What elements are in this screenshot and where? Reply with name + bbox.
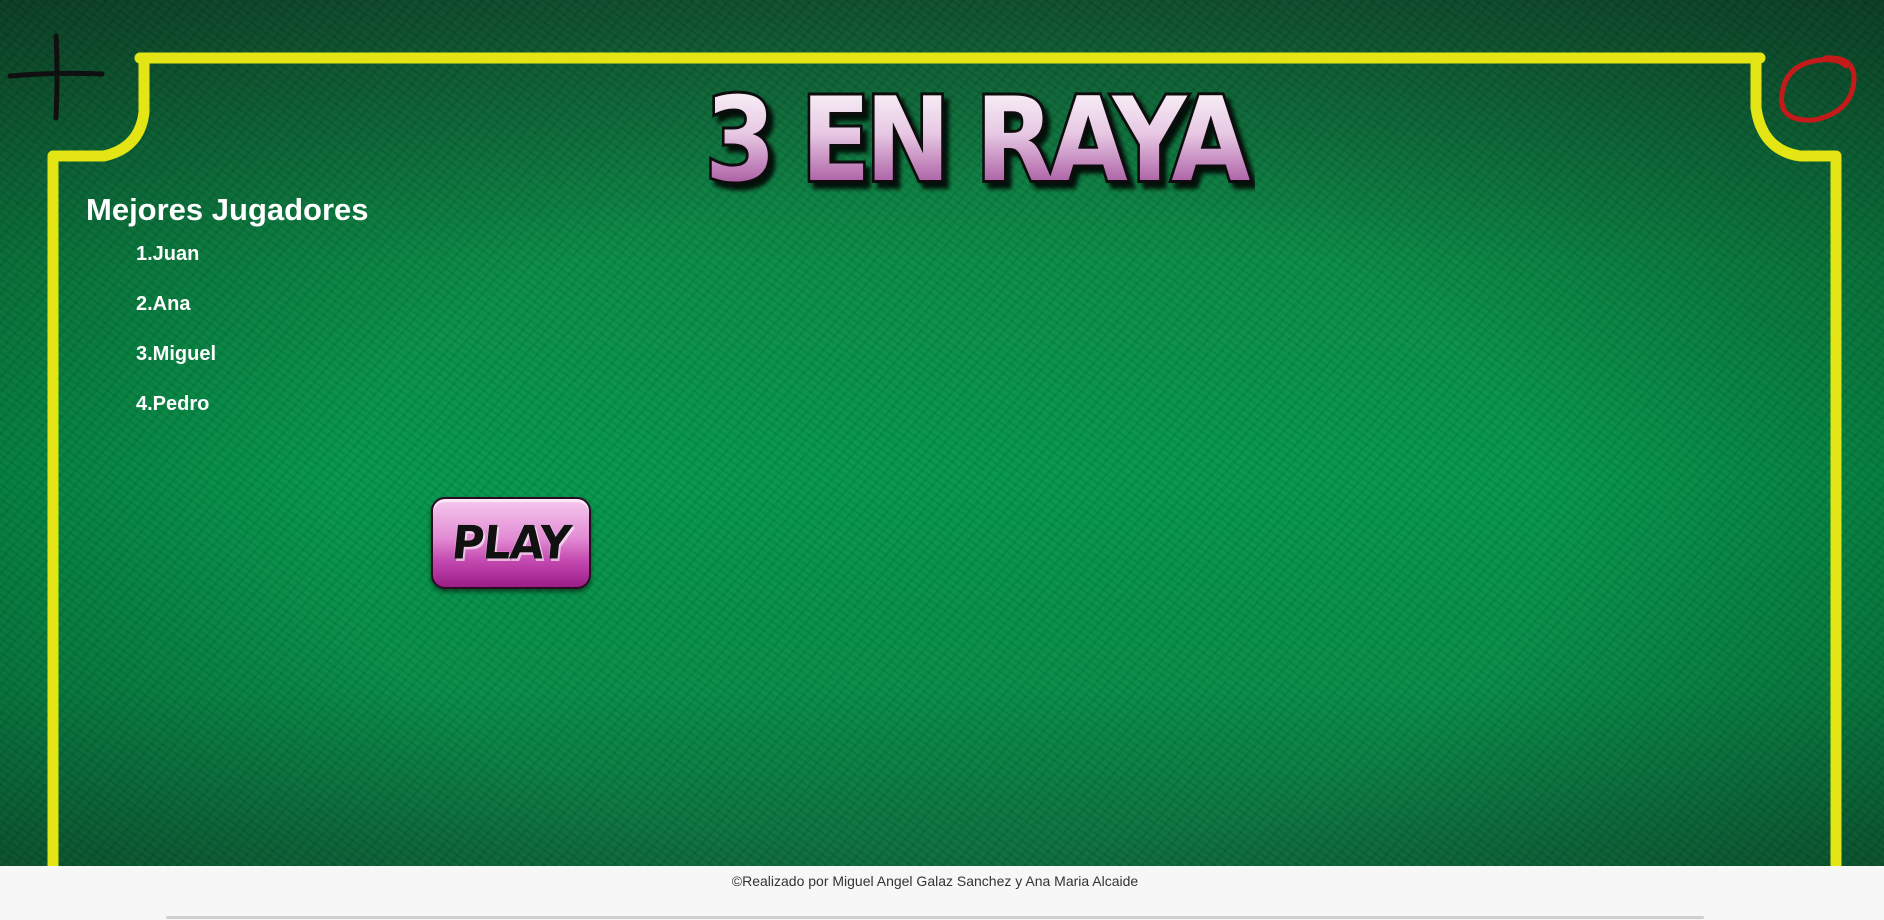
game-board: 3 EN RAYA Mejores Jugadores 1.Juan 2.Ana… <box>0 0 1884 866</box>
leaderboard-heading: Mejores Jugadores <box>86 192 369 227</box>
horizontal-scrollbar[interactable] <box>166 916 1704 919</box>
leaderboard-player: 3.Miguel <box>136 343 217 365</box>
leaderboard-player: 4.Pedro <box>136 393 210 415</box>
cross-mark-icon <box>7 33 105 121</box>
game-title-text: 3 EN RAYA <box>705 73 1250 202</box>
footer: ©Realizado por Miguel Angel Galaz Sanche… <box>0 866 1884 920</box>
circle-mark-icon <box>1779 55 1857 123</box>
leaderboard-list: 1.Juan 2.Ana 3.Miguel 4.Pedro <box>136 241 216 441</box>
play-button[interactable]: PLAY <box>431 497 591 589</box>
play-button-label: PLAY <box>449 516 573 570</box>
leaderboard-player: 2.Ana <box>136 293 191 315</box>
game-title-logo: 3 EN RAYA <box>702 70 1259 211</box>
footer-credit: ©Realizado por Miguel Angel Galaz Sanche… <box>731 873 1139 889</box>
game-title: 3 EN RAYA <box>695 70 1259 211</box>
leaderboard-player: 1.Juan <box>136 243 200 265</box>
